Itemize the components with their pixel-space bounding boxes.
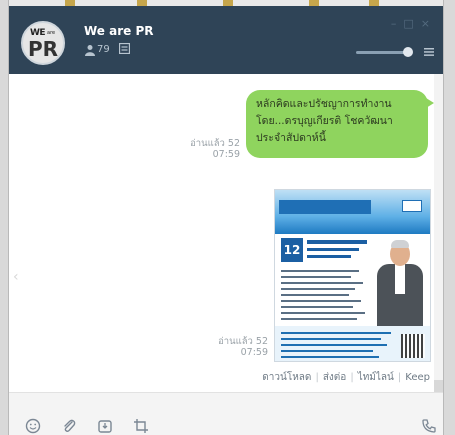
input-toolbar — [9, 392, 443, 435]
avatar[interactable]: WE are PR — [21, 21, 65, 65]
chevron-left-icon: ‹ — [13, 269, 19, 285]
forward-link[interactable]: ส่งต่อ — [323, 372, 347, 383]
avatar-text-pr: PR — [28, 37, 59, 61]
window-top-decoration — [9, 0, 443, 6]
message-line: หลักคิดและปรัชญาการทำงาน — [256, 98, 392, 110]
crop-icon[interactable] — [133, 418, 149, 434]
image-message[interactable]: 12 — [274, 189, 431, 362]
close-icon[interactable]: × — [421, 17, 437, 30]
message-line: โดย...ดรบุญเกียรติ โชควัฒนา — [256, 115, 393, 127]
window-controls: –□× — [391, 17, 437, 30]
message-bubble[interactable]: หลักคิดและปรัชญาการทำงาน โดย...ดรบุญเกีย… — [246, 90, 434, 158]
note-icon[interactable] — [119, 43, 130, 54]
keep-link[interactable]: Keep — [405, 372, 430, 383]
person-icon — [85, 45, 95, 56]
chat-window: WE are PR We are PR 79 –□× ‹ หลักคิดและป… — [9, 0, 443, 435]
poster-badge: 12 — [281, 238, 303, 262]
timeline-link[interactable]: ไทม์ไลน์ — [358, 372, 394, 383]
screenshot-icon[interactable] — [97, 418, 113, 434]
emoji-icon[interactable] — [25, 418, 41, 434]
member-count[interactable]: 79 — [97, 44, 110, 55]
chat-header: WE are PR We are PR 79 –□× — [9, 0, 443, 74]
chat-title[interactable]: We are PR — [84, 24, 154, 38]
message-line: ประจำสัปดาห์นี้ — [256, 132, 326, 144]
call-icon[interactable] — [421, 418, 437, 434]
menu-icon[interactable] — [424, 48, 434, 56]
volume-slider-knob[interactable] — [403, 47, 413, 57]
attach-icon[interactable] — [61, 418, 77, 434]
poster-logo — [402, 200, 422, 212]
chat-area[interactable]: ‹ หลักคิดและปรัชญาการทำงาน โดย...ดรบุญเก… — [9, 74, 434, 392]
maximize-icon[interactable]: □ — [403, 17, 420, 30]
message-time: 07:59 — [240, 347, 268, 358]
chat-scrollbar[interactable] — [434, 74, 443, 392]
download-link[interactable]: ดาวน์โหลด — [262, 372, 311, 383]
scrollbar-thumb[interactable] — [434, 380, 443, 392]
message-time: 07:59 — [212, 149, 240, 160]
poster-portrait — [375, 240, 425, 326]
volume-slider[interactable] — [356, 51, 409, 54]
avatar-text-are: are — [47, 30, 56, 36]
qr-code — [401, 334, 425, 358]
minimize-icon[interactable]: – — [391, 17, 404, 30]
image-actions: ดาวน์โหลด | ส่งต่อ | ไทม์ไลน์ | Keep — [262, 372, 430, 383]
